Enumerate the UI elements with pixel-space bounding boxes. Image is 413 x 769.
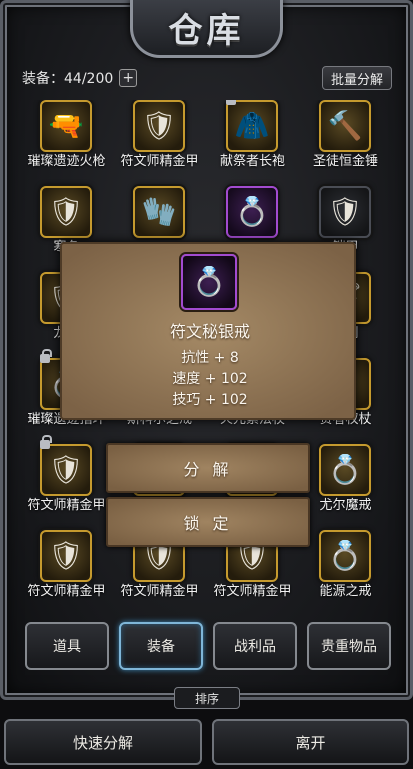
decompose-button[interactable]: 分 解 (106, 443, 310, 493)
armor-icon: 🛡 (48, 195, 84, 228)
item-name: 圣徒恒金锤 (312, 154, 378, 169)
title-plate: 仓库 (130, 0, 283, 58)
item-slot[interactable]: 🛡 (40, 186, 92, 238)
stat-resistance: 抗性 + 8 (181, 350, 239, 366)
item-slot[interactable]: 🔨 (319, 100, 371, 152)
item-cell[interactable]: 🛡 符文师精金甲 (20, 530, 113, 599)
tab-valuables[interactable]: 贵重物品 (307, 622, 391, 670)
tab-items[interactable]: 道具 (25, 622, 109, 670)
item-name: 符文师精金甲 (27, 498, 106, 513)
item-cell[interactable]: 🛡 符文师精金甲 (113, 100, 206, 169)
robe-icon: 🧥 (234, 109, 270, 142)
item-cell[interactable]: 🔫 璀璨遗迹火枪 (20, 100, 113, 169)
item-cell[interactable]: 💍 尤尔魔戒 (299, 444, 392, 513)
item-slot[interactable]: 🛡 (319, 186, 371, 238)
armor-icon: 🛡 (141, 109, 177, 142)
item-tooltip: 💍 符文秘银戒 抗性 + 8 速度 + 102 技巧 + 102 (60, 242, 356, 420)
sort-button[interactable]: 排序 (174, 687, 240, 709)
quick-decompose-button[interactable]: 快速分解 (4, 719, 202, 765)
breastplate-icon: 🛡 (327, 195, 363, 228)
lock-icon (226, 100, 236, 105)
item-slot[interactable]: 🛡 (40, 530, 92, 582)
lock-icon (40, 349, 52, 363)
tab-equipment[interactable]: 装备 (119, 622, 203, 670)
armor-icon: 🛡 (48, 539, 84, 572)
item-name: 能源之戒 (319, 584, 372, 599)
capacity-label: 装备：44/200 (22, 71, 114, 87)
item-cell[interactable]: 🛡 符文师精金甲 (20, 435, 113, 513)
tab-loot[interactable]: 战利品 (213, 622, 297, 670)
tooltip-stats: 抗性 + 8 速度 + 102 技巧 + 102 (62, 348, 358, 411)
tooltip-item-name: 符文秘银戒 (169, 322, 250, 341)
item-cell[interactable]: 🧥 献祭者长袍 (206, 100, 299, 169)
leave-button[interactable]: 离开 (212, 719, 409, 765)
ring-icon: 💍 (191, 265, 227, 298)
batch-decompose-button[interactable]: 批量分解 (321, 66, 392, 90)
hammer-icon: 🔨 (327, 109, 363, 142)
ring-icon: 💍 (327, 453, 363, 486)
ring-icon: 💍 (327, 539, 363, 572)
header-bar: 装备：44/200 + 批量分解 (22, 64, 392, 92)
item-slot[interactable]: 💍 (319, 530, 371, 582)
item-slot[interactable]: 🧥 (226, 100, 278, 152)
ring-icon: 💍 (234, 195, 270, 228)
item-slot[interactable]: 🧤 (133, 186, 185, 238)
item-cell[interactable]: 🔨 圣徒恒金锤 (299, 100, 392, 169)
armor-icon: 🛡 (48, 453, 84, 486)
item-name: 献祭者长袍 (219, 154, 285, 169)
item-slot[interactable]: 🛡 (40, 444, 92, 496)
rifle-icon: 🔫 (48, 109, 84, 142)
item-slot[interactable]: 🛡 (133, 100, 185, 152)
stat-skill: 技巧 + 102 (172, 392, 248, 408)
item-name: 符文师精金甲 (120, 584, 199, 599)
gauntlet-icon: 🧤 (141, 195, 177, 228)
capacity-group: 装备：44/200 + (22, 68, 138, 88)
item-name: 璀璨遗迹火枪 (27, 154, 106, 169)
item-slot[interactable]: 💍 (226, 186, 278, 238)
expand-capacity-button[interactable]: + (119, 69, 138, 87)
stat-speed: 速度 + 102 (172, 371, 248, 387)
tooltip-item-slot: 💍 (181, 254, 237, 310)
lock-button[interactable]: 锁 定 (106, 497, 310, 547)
item-cell[interactable]: 💍 能源之戒 (299, 530, 392, 599)
category-tabs: 道具 装备 战利品 贵重物品 (25, 622, 391, 670)
lock-icon (40, 435, 52, 449)
item-name: 符文师精金甲 (27, 584, 106, 599)
item-name: 符文师精金甲 (120, 154, 199, 169)
item-slot[interactable]: 🔫 (40, 100, 92, 152)
page-title: 仓库 (168, 11, 245, 51)
item-slot[interactable]: 💍 (319, 444, 371, 496)
item-name: 符文师精金甲 (213, 584, 292, 599)
